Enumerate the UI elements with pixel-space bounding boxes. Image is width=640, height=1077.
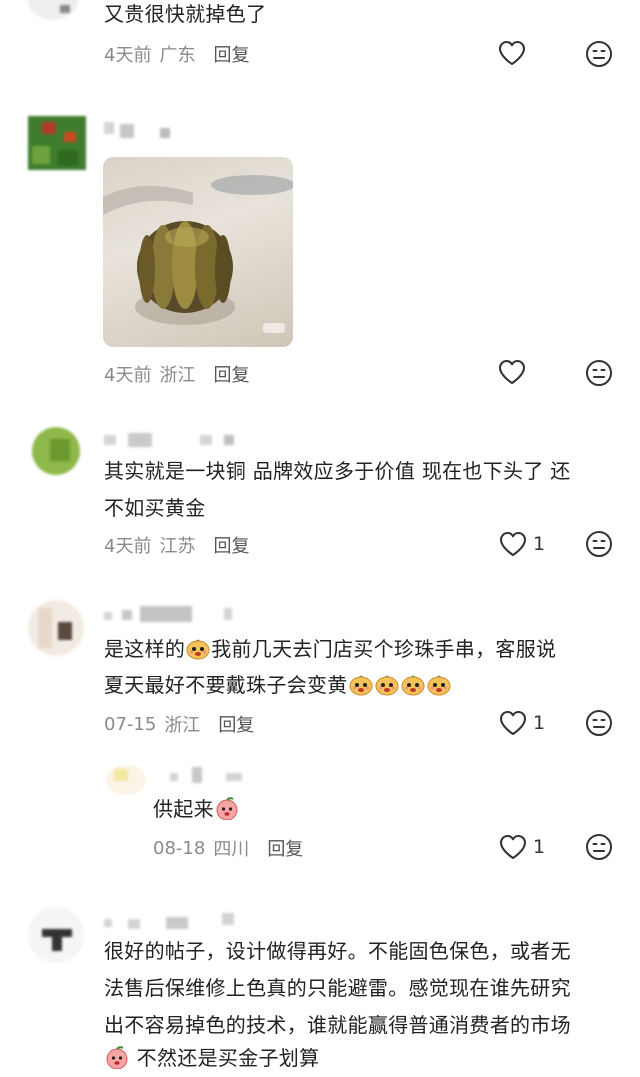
peach-emoji (215, 796, 239, 820)
dislike-button[interactable] (585, 833, 613, 861)
comment-text: 其实就是一块铜 品牌效应多于价值 现在也下头了 还 (104, 459, 571, 483)
meh-face-icon (585, 530, 613, 558)
comment-5: 很好的帖子，设计做得再好。不能固色保色，或者无 法售后保维修上色真的只能避雷。感… (0, 895, 640, 1077)
comment-text: 不如买黄金 (104, 496, 206, 520)
comment-text-part: 供起来 (153, 797, 214, 821)
comment-time: 4天前 (104, 536, 152, 557)
dislike-button[interactable] (585, 40, 613, 68)
pumpkin-emoji (401, 672, 425, 696)
comment-text: 供起来 (153, 791, 240, 828)
meh-face-icon (585, 359, 613, 387)
pumpkin-emoji (349, 672, 373, 696)
comment-text-part: 不然还是买金子划算 (136, 1046, 320, 1070)
dislike-button[interactable] (585, 530, 613, 558)
like-button[interactable]: 1 (499, 531, 545, 557)
like-count: 1 (533, 533, 546, 555)
avatar[interactable] (28, 0, 78, 20)
reply-button[interactable]: 回复 (213, 361, 249, 387)
comment-2: 4天前 浙江 回复 (0, 100, 640, 400)
username[interactable] (104, 431, 244, 447)
comment-text: 不然还是买金子划算 (104, 1040, 319, 1077)
heart-icon (498, 359, 526, 385)
comment-1: 又贵很快就掉色了 4天前 广东 回复 (0, 0, 640, 80)
heart-icon (498, 40, 526, 66)
like-button[interactable]: 1 (499, 710, 545, 736)
meh-face-icon (585, 40, 613, 68)
meh-face-icon (585, 833, 613, 861)
dislike-button[interactable] (585, 709, 613, 737)
comment-text: 出不容易掉色的技术，谁就能赢得普通消费者的市场 (104, 1013, 571, 1037)
comment-3: 其实就是一块铜 品牌效应多于价值 现在也下头了 还 不如买黄金 4天前 江苏 回… (0, 415, 640, 575)
avatar[interactable] (28, 907, 84, 963)
comment-meta: 08-18 四川 回复 (153, 835, 303, 861)
comment-text: 很好的帖子，设计做得再好。不能固色保色，或者无 (104, 939, 571, 963)
pumpkin-emoji (186, 636, 210, 660)
comment-time: 4天前 (104, 365, 152, 386)
comment-location: 浙江 (159, 365, 196, 386)
like-button[interactable]: 1 (499, 834, 545, 860)
avatar[interactable] (28, 423, 84, 479)
avatar[interactable] (106, 765, 146, 795)
comment-location: 四川 (213, 839, 250, 860)
reply-button[interactable]: 回复 (267, 835, 303, 861)
like-count: 1 (533, 836, 546, 858)
comment-meta: 4天前 浙江 回复 (104, 361, 249, 387)
comment-location: 广东 (159, 45, 196, 66)
comment-time: 07-15 (104, 713, 157, 735)
username[interactable] (104, 606, 244, 624)
comment-meta: 07-15 浙江 回复 (104, 711, 254, 737)
peach-emoji (105, 1045, 129, 1069)
reply-button[interactable]: 回复 (213, 41, 249, 67)
avatar[interactable] (28, 600, 84, 656)
pumpkin-emoji (427, 672, 451, 696)
like-button[interactable] (498, 359, 526, 385)
username[interactable] (170, 767, 250, 783)
comment-text: 夏天最好不要戴珠子会变黄 (104, 667, 452, 704)
heart-icon (499, 531, 527, 557)
comment-4: 是这样的 我前几天去门店买个珍珠手串，客服说 夏天最好不要戴珠子会变黄 07-15… (0, 590, 640, 750)
comment-image[interactable] (103, 157, 293, 347)
pumpkin-emoji (375, 672, 399, 696)
heart-icon (499, 834, 527, 860)
comment-location: 江苏 (159, 536, 196, 557)
comment-location: 浙江 (164, 715, 201, 736)
like-button[interactable] (498, 40, 526, 66)
comment-text-part: 是这样的 (104, 637, 186, 661)
reply-1: 供起来 08-18 四川 回复 1 (0, 755, 640, 875)
reply-button[interactable]: 回复 (213, 532, 249, 558)
heart-icon (499, 710, 527, 736)
comment-text: 又贵很快就掉色了 (104, 2, 267, 26)
dislike-button[interactable] (585, 359, 613, 387)
comment-text-part: 夏天最好不要戴珠子会变黄 (104, 673, 348, 697)
like-count: 1 (533, 712, 546, 734)
username[interactable] (104, 911, 244, 929)
comment-text-part: 我前几天去门店买个珍珠手串，客服说 (211, 637, 557, 661)
avatar[interactable] (28, 116, 86, 170)
comment-meta: 4天前 广东 回复 (104, 41, 249, 67)
comment-time: 08-18 (153, 837, 206, 859)
comment-meta: 4天前 江苏 回复 (104, 532, 249, 558)
meh-face-icon (585, 709, 613, 737)
username[interactable] (104, 122, 184, 138)
comment-time: 4天前 (104, 45, 152, 66)
reply-button[interactable]: 回复 (218, 711, 254, 737)
comment-text: 是这样的 我前几天去门店买个珍珠手串，客服说 (104, 631, 556, 668)
comment-text: 法售后保维修上色真的只能避雷。感觉现在谁先研究 (104, 976, 571, 1000)
bead-photo-icon (103, 175, 293, 333)
